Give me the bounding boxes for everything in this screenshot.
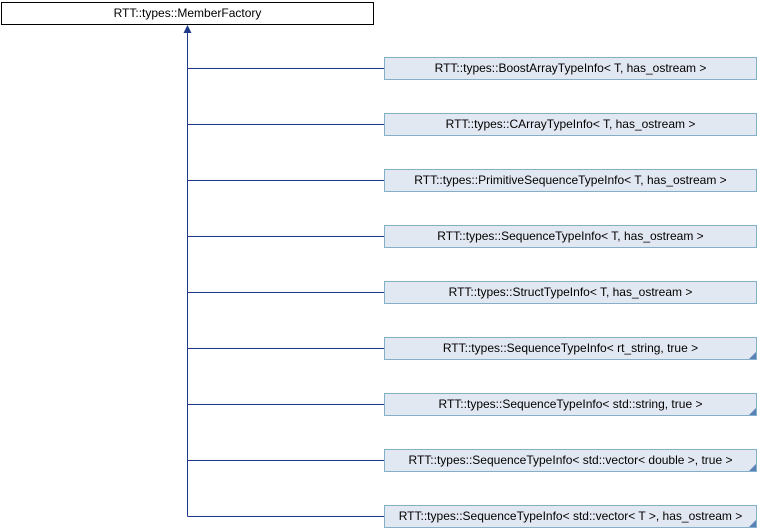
derived-class-sequence-type-info-rt-string[interactable]: RTT::types::SequenceTypeInfo< rt_string,…: [384, 337, 757, 360]
inheritance-arrowhead: [183, 25, 192, 33]
derived-class-sequence-type-info-vector-t[interactable]: RTT::types::SequenceTypeInfo< std::vecto…: [384, 505, 757, 528]
derived-class-struct-type-info[interactable]: RTT::types::StructTypeInfo< T, has_ostre…: [384, 281, 757, 304]
base-class-node[interactable]: RTT::types::MemberFactory: [1, 2, 374, 25]
derived-class-primitive-sequence-type-info[interactable]: RTT::types::PrimitiveSequenceTypeInfo< T…: [384, 169, 757, 192]
derived-class-carray-type-info[interactable]: RTT::types::CArrayTypeInfo< T, has_ostre…: [384, 113, 757, 136]
derived-class-sequence-type-info-std-string[interactable]: RTT::types::SequenceTypeInfo< std::strin…: [384, 393, 757, 416]
derived-class-sequence-type-info[interactable]: RTT::types::SequenceTypeInfo< T, has_ost…: [384, 225, 757, 248]
derived-class-boost-array-type-info[interactable]: RTT::types::BoostArrayTypeInfo< T, has_o…: [384, 57, 757, 80]
derived-class-sequence-type-info-vector-double[interactable]: RTT::types::SequenceTypeInfo< std::vecto…: [384, 449, 757, 472]
inheritance-branches: [187, 68, 384, 517]
